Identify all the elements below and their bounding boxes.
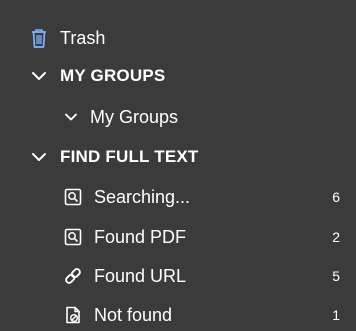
document-search-icon xyxy=(62,186,84,208)
sidebar-item-searching[interactable]: Searching... 6 xyxy=(0,178,356,216)
sidebar-item-label: Searching... xyxy=(94,187,191,207)
section-header-label: FIND FULL TEXT xyxy=(60,147,199,166)
item-count: 6 xyxy=(332,189,340,205)
document-not-found-icon xyxy=(62,304,84,326)
sidebar-item-label: Found PDF xyxy=(94,227,187,247)
link-icon xyxy=(62,265,84,287)
sidebar-item-label: My Groups xyxy=(90,107,179,127)
sidebar-panel: Trash MY GROUPS My Groups FIND FULL TEXT xyxy=(0,0,356,331)
sidebar-item-not-found[interactable]: Not found 1 xyxy=(0,296,356,331)
trash-icon xyxy=(28,27,50,49)
item-count: 2 xyxy=(332,229,340,245)
section-header-find-full-text[interactable]: FIND FULL TEXT xyxy=(0,138,356,176)
sidebar-item-label: Trash xyxy=(60,28,106,48)
sidebar-item-label: Found URL xyxy=(94,266,187,286)
chevron-down-icon[interactable] xyxy=(62,106,80,128)
sidebar-item-my-groups[interactable]: My Groups xyxy=(0,98,356,136)
item-count: 5 xyxy=(332,268,340,284)
sidebar-item-found-url[interactable]: Found URL 5 xyxy=(0,257,356,295)
item-count: 1 xyxy=(332,307,340,323)
section-header-my-groups[interactable]: MY GROUPS xyxy=(0,57,356,95)
sidebar-item-trash[interactable]: Trash xyxy=(0,19,356,57)
document-search-icon xyxy=(62,226,84,248)
section-header-label: MY GROUPS xyxy=(60,66,166,85)
sidebar-item-found-pdf[interactable]: Found PDF 2 xyxy=(0,218,356,256)
chevron-down-icon[interactable] xyxy=(28,146,50,168)
chevron-down-icon[interactable] xyxy=(28,65,50,87)
sidebar-item-label: Not found xyxy=(94,305,173,325)
